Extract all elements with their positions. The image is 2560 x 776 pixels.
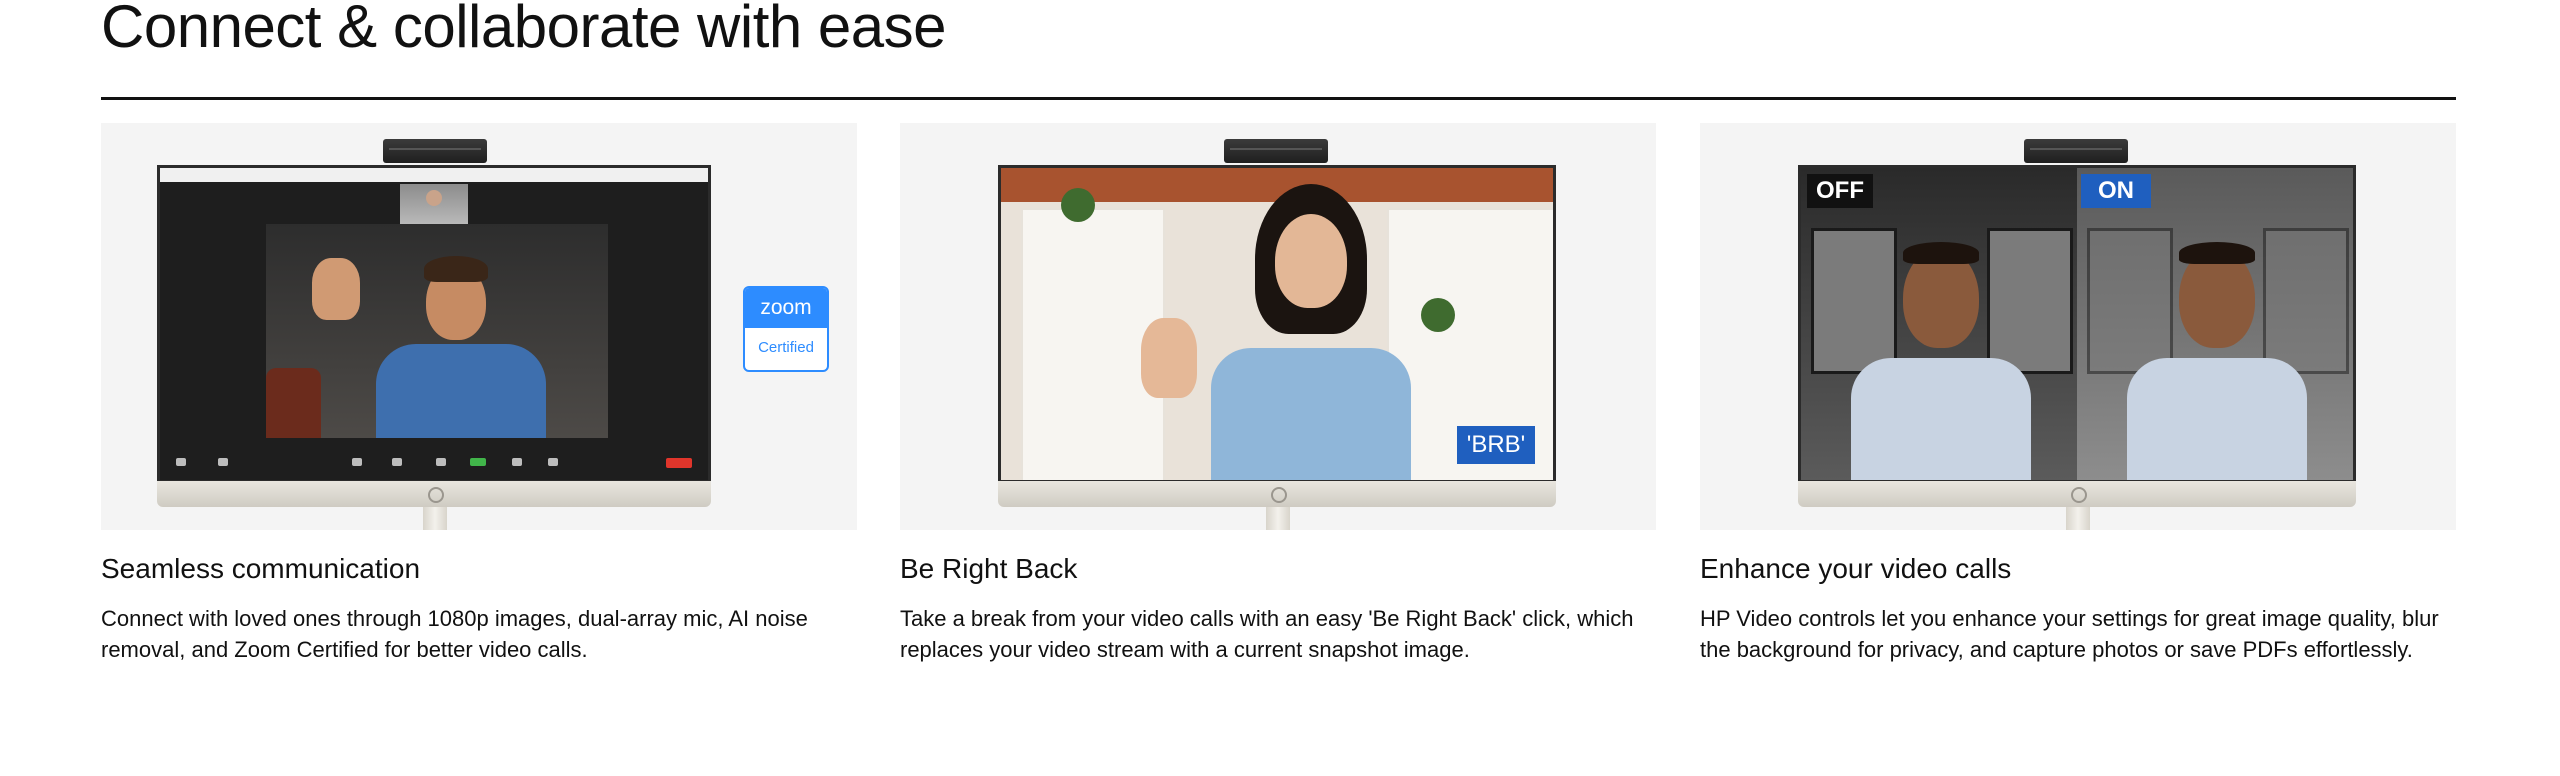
monitor-brb-image: 'BRB' xyxy=(900,123,1656,530)
off-label: OFF xyxy=(1807,174,1873,208)
zoom-meeting-window xyxy=(160,168,708,480)
waving-hand xyxy=(1141,318,1197,398)
plant-shape xyxy=(1421,298,1455,332)
monitor-chin xyxy=(1798,481,2356,507)
card-heading: Enhance your video calls xyxy=(1700,553,2012,584)
section-title: Connect & collaborate with ease xyxy=(101,0,947,60)
monitor-chin xyxy=(998,481,1556,507)
monitor-screen: OFF ON xyxy=(1798,165,2356,483)
record-icon[interactable] xyxy=(512,458,522,466)
video-icon[interactable] xyxy=(218,458,228,466)
monitor-chin xyxy=(157,481,711,507)
hp-logo-icon xyxy=(2071,487,2087,503)
card-description: Connect with loved ones through 1080p im… xyxy=(101,606,808,662)
monitor-background-blur-image: OFF ON xyxy=(1700,123,2456,530)
reactions-icon[interactable] xyxy=(548,458,558,466)
zoom-certified-badge: zoom Certified xyxy=(743,286,829,372)
participants-icon[interactable] xyxy=(392,458,402,466)
sofa-shape xyxy=(266,368,321,438)
participant-video xyxy=(266,224,608,438)
feature-card-enhance-video-calls: OFF ON Enhance your video calls HP Video… xyxy=(1700,123,2456,662)
brb-snapshot-image: 'BRB' xyxy=(1001,168,1553,480)
webcam-icon xyxy=(1224,139,1328,163)
feature-card-seamless-communication: zoom Certified Seamless communication Co… xyxy=(101,123,857,662)
card-description: Take a break from your video calls with … xyxy=(900,606,1634,662)
chat-icon[interactable] xyxy=(436,458,446,466)
card-heading: Be Right Back xyxy=(900,553,1078,584)
monitor-screen xyxy=(157,165,711,483)
monitor-stand xyxy=(423,507,447,530)
hp-logo-icon xyxy=(1271,487,1287,503)
self-view-thumbnail xyxy=(400,184,468,224)
zoom-logo-text: zoom xyxy=(745,288,827,328)
mute-icon[interactable] xyxy=(176,458,186,466)
zoom-controls-bar xyxy=(160,452,708,480)
waving-woman xyxy=(1201,178,1421,480)
unblurred-half: OFF xyxy=(1801,168,2077,480)
feature-card-be-right-back: 'BRB' Be Right Back Take a break from yo… xyxy=(900,123,1656,662)
on-label: ON xyxy=(2081,174,2151,208)
brb-overlay-label: 'BRB' xyxy=(1457,426,1535,464)
hp-logo-icon xyxy=(428,487,444,503)
certified-label: Certified xyxy=(758,339,814,356)
webcam-icon xyxy=(383,139,487,163)
monitor-zoom-call-image: zoom Certified xyxy=(101,123,857,530)
webcam-icon xyxy=(2024,139,2128,163)
plant-shape xyxy=(1061,188,1095,222)
smiling-man xyxy=(2117,218,2317,480)
blurred-half: ON xyxy=(2077,168,2353,480)
title-divider xyxy=(101,97,2456,100)
monitor-screen: 'BRB' xyxy=(998,165,1556,483)
security-icon[interactable] xyxy=(352,458,362,466)
card-description: HP Video controls let you enhance your s… xyxy=(1700,606,2439,662)
smiling-man xyxy=(1841,218,2041,480)
zoom-title-bar xyxy=(160,168,708,182)
waving-man xyxy=(356,234,556,438)
share-screen-icon[interactable] xyxy=(470,458,486,466)
end-call-button[interactable] xyxy=(666,458,692,468)
card-heading: Seamless communication xyxy=(101,553,421,584)
monitor-stand xyxy=(1266,507,1290,530)
monitor-stand xyxy=(2066,507,2090,530)
waving-hand xyxy=(312,258,360,320)
